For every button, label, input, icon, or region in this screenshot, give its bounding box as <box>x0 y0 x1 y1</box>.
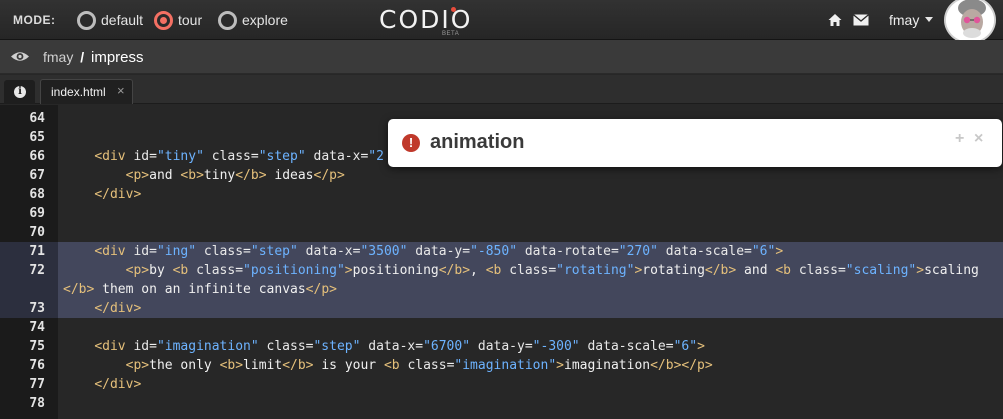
code-text[interactable]: </div> <box>63 299 141 318</box>
code-text[interactable]: <p>by <b class="positioning">positioning… <box>63 261 979 280</box>
code-text[interactable]: <div id="imagination" class="step" data-… <box>63 337 705 356</box>
info-icon: i <box>14 86 26 98</box>
tour-popover: ! animation + × <box>388 119 1002 167</box>
code-line[interactable]: 72 <p>by <b class="positioning">position… <box>0 261 1003 280</box>
logo-beta-badge: BETA <box>442 31 460 37</box>
line-number <box>0 280 58 299</box>
top-bar: MODE: default tour explore CODIO BETA fm… <box>0 0 1003 44</box>
code-line[interactable]: 71 <div id="ing" class="step" data-x="35… <box>0 242 1003 261</box>
mode-default-radio[interactable] <box>77 10 96 30</box>
line-number: 65 <box>29 130 45 145</box>
code-line[interactable]: 76 <p>the only <b>limit</b> is your <b c… <box>0 356 1003 375</box>
breadcrumb-user[interactable]: fmay <box>43 49 73 65</box>
code-line[interactable]: 78 <box>0 394 1003 413</box>
line-number: 66 <box>29 149 45 164</box>
code-line[interactable]: 74 <box>0 318 1003 337</box>
mail-icon[interactable] <box>853 14 869 26</box>
code-text[interactable]: </div> <box>63 185 141 204</box>
code-text[interactable]: </div> <box>63 375 141 394</box>
mode-default-option[interactable]: default <box>77 9 143 31</box>
breadcrumb: fmay / impress <box>43 49 144 66</box>
mode-tour-option[interactable]: tour <box>154 9 202 31</box>
line-number: 68 <box>29 187 45 202</box>
popover-title: animation <box>430 131 525 153</box>
line-number: 73 <box>0 299 58 318</box>
line-number: 74 <box>29 320 45 335</box>
code-line[interactable]: </b> them on an infinite canvas</p> <box>0 280 1003 299</box>
code-text[interactable]: <div id="tiny" class="step" data-x="2 <box>63 147 384 166</box>
breadcrumb-project[interactable]: impress <box>91 49 144 66</box>
mode-default-label[interactable]: default <box>101 12 143 28</box>
breadcrumb-separator: / <box>80 49 85 65</box>
tab-bar: i index.html × <box>0 75 1003 104</box>
code-line[interactable]: 75 <div id="imagination" class="step" da… <box>0 337 1003 356</box>
code-line[interactable]: 68 </div> <box>0 185 1003 204</box>
mode-tour-label[interactable]: tour <box>178 12 202 28</box>
avatar[interactable] <box>944 0 996 44</box>
tab-file-name[interactable]: index.html <box>51 85 106 99</box>
line-number: 72 <box>0 261 58 280</box>
popover-close-icon[interactable]: × <box>974 130 983 148</box>
code-line[interactable]: 73 </div> <box>0 299 1003 318</box>
code-text[interactable]: <p>the only <b>limit</b> is your <b clas… <box>63 356 713 375</box>
eye-icon[interactable] <box>10 50 30 63</box>
code-line[interactable]: 70 <box>0 223 1003 242</box>
line-number: 71 <box>0 242 58 261</box>
mode-explore-label[interactable]: explore <box>242 12 288 28</box>
tab-index-html[interactable]: index.html × <box>40 79 133 104</box>
popover-expand-icon[interactable]: + <box>955 130 964 148</box>
codio-logo[interactable]: CODIO BETA <box>379 5 473 37</box>
code-line[interactable]: 69 <box>0 204 1003 223</box>
mode-explore-option[interactable]: explore <box>218 9 288 31</box>
alert-icon: ! <box>402 134 420 152</box>
line-number: 67 <box>29 168 45 183</box>
mode-explore-radio[interactable] <box>218 10 237 30</box>
code-text[interactable]: <p>and <b>tiny</b> ideas</p> <box>63 166 345 185</box>
chevron-down-icon[interactable] <box>925 17 933 23</box>
line-number: 77 <box>29 377 45 392</box>
tab-close-icon[interactable]: × <box>117 83 125 98</box>
mode-tour-radio[interactable] <box>154 10 173 30</box>
code-line[interactable]: 67 <p>and <b>tiny</b> ideas</p> <box>0 166 1003 185</box>
line-number: 75 <box>29 339 45 354</box>
info-tab[interactable]: i <box>4 80 35 104</box>
code-line[interactable]: 77 </div> <box>0 375 1003 394</box>
line-number: 64 <box>29 111 45 126</box>
line-number: 70 <box>29 225 45 240</box>
logo-dot <box>451 7 456 12</box>
avatar-portrait-icon <box>946 0 994 42</box>
line-number: 69 <box>29 206 45 221</box>
logo-text: CODIO <box>379 5 473 34</box>
breadcrumb-bar: fmay / impress <box>0 40 1003 74</box>
code-text[interactable]: </b> them on an infinite canvas</p> <box>63 280 337 299</box>
code-text[interactable]: <div id="ing" class="step" data-x="3500"… <box>63 242 783 261</box>
user-menu-name[interactable]: fmay <box>889 12 919 28</box>
home-icon[interactable] <box>828 13 842 27</box>
line-number: 76 <box>29 358 45 373</box>
line-number: 78 <box>29 396 45 411</box>
mode-label: MODE: <box>13 13 56 27</box>
